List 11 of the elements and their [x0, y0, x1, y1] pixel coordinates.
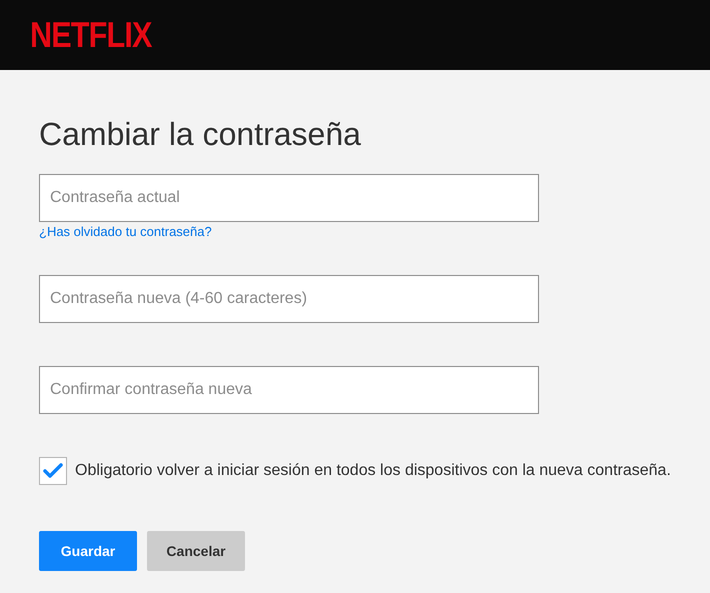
forgot-password-link[interactable]: ¿Has olvidado tu contraseña? — [39, 223, 710, 241]
logo[interactable]: NETFLIX — [30, 17, 152, 53]
cancel-button[interactable]: Cancelar — [147, 531, 245, 571]
password-field[interactable]: Contraseña actual — [39, 174, 539, 222]
checkbox-label: Obligatorio volver a iniciar sesión en todos los dispositivos con la nueva contraseña. — [75, 461, 671, 481]
checkbox[interactable] — [39, 457, 67, 485]
password-field[interactable]: Confirmar contraseña nueva — [39, 366, 539, 414]
password-field[interactable]: Contraseña nueva (4-60 caracteres) — [39, 275, 539, 323]
save-button[interactable]: Guardar — [39, 531, 137, 571]
checkmark-icon — [43, 463, 63, 479]
page-title: Cambiar la contraseña — [39, 115, 362, 154]
